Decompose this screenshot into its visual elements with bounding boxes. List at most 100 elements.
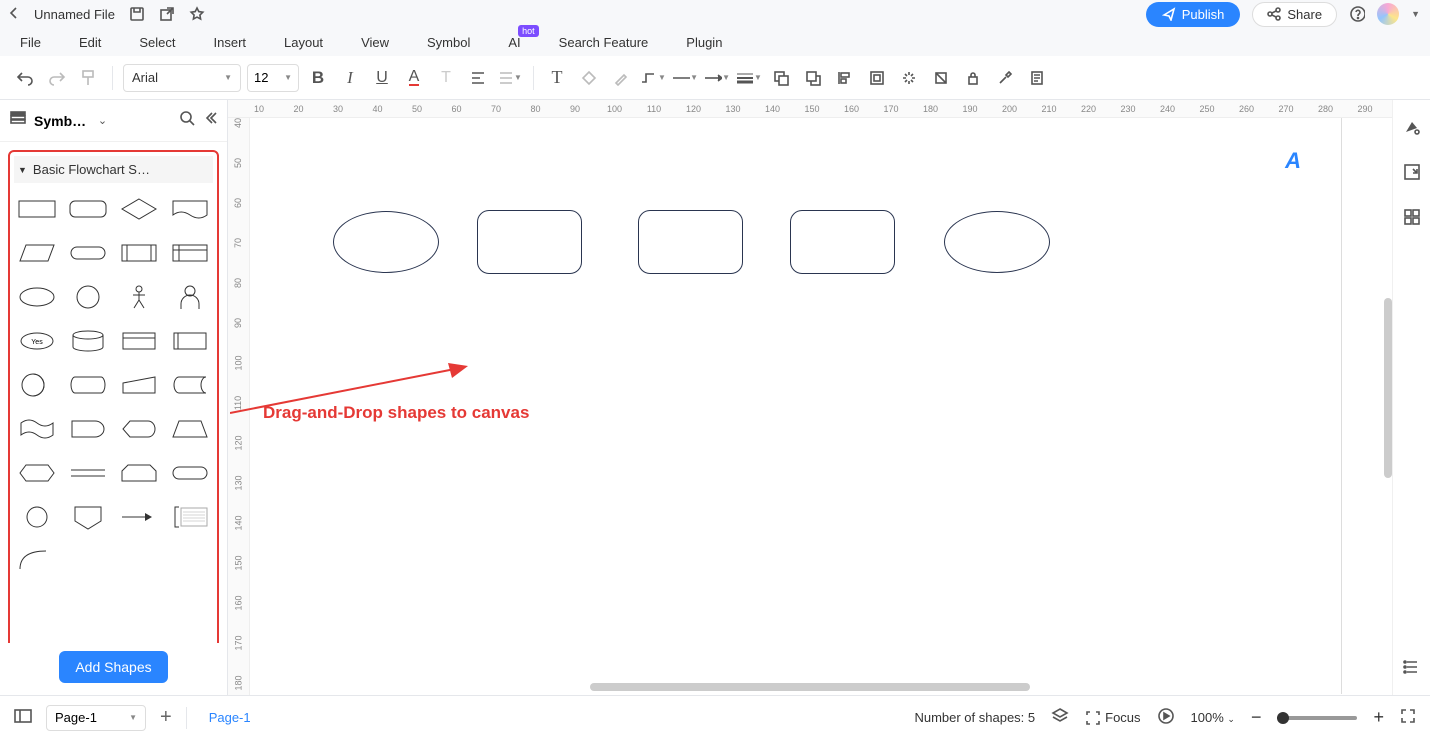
add-page-button[interactable]: +: [160, 706, 172, 729]
menu-edit[interactable]: Edit: [79, 35, 101, 50]
shape-direct-data[interactable]: [67, 367, 110, 403]
layers-icon[interactable]: [1051, 707, 1069, 728]
shape-ellipse[interactable]: [16, 279, 59, 315]
lock-button[interactable]: [960, 65, 986, 91]
connector-button[interactable]: ▼: [640, 65, 666, 91]
open-external-icon[interactable]: [159, 6, 175, 22]
canvas-shape-roundrect-2[interactable]: [638, 210, 743, 274]
star-icon[interactable]: [189, 6, 205, 22]
menu-file[interactable]: File: [20, 35, 41, 50]
export-panel-icon[interactable]: [1403, 163, 1421, 186]
theme-icon[interactable]: [1403, 118, 1421, 141]
format-painter-button[interactable]: [76, 65, 102, 91]
shape-predefined[interactable]: [118, 235, 161, 271]
save-icon[interactable]: [129, 6, 145, 22]
shape-card[interactable]: [118, 323, 161, 359]
back-icon[interactable]: [8, 7, 20, 22]
shape-circle[interactable]: [67, 279, 110, 315]
bold-button[interactable]: B: [305, 65, 331, 91]
italic-button[interactable]: I: [337, 65, 363, 91]
presentation-icon[interactable]: [1157, 707, 1175, 728]
zoom-level[interactable]: 100% ⌄: [1191, 710, 1235, 725]
menu-select[interactable]: Select: [139, 35, 175, 50]
help-icon[interactable]: [1349, 6, 1365, 22]
send-back-button[interactable]: [768, 65, 794, 91]
list-icon[interactable]: [1403, 658, 1421, 681]
horizontal-scrollbar[interactable]: [590, 683, 1030, 691]
redo-button[interactable]: [44, 65, 70, 91]
outline-icon[interactable]: [14, 709, 32, 726]
library-icon[interactable]: [10, 111, 26, 130]
zoom-out-button[interactable]: −: [1251, 707, 1262, 728]
fullscreen-icon[interactable]: [1400, 708, 1416, 727]
category-header[interactable]: ▼ Basic Flowchart S…: [14, 156, 213, 183]
bring-front-button[interactable]: [800, 65, 826, 91]
avatar-menu-arrow[interactable]: ▼: [1411, 9, 1420, 19]
page-setup-button[interactable]: [1024, 65, 1050, 91]
shape-subroutine[interactable]: [168, 323, 211, 359]
publish-button[interactable]: Publish: [1146, 2, 1241, 27]
shape-arrow-connector[interactable]: [118, 499, 161, 535]
canvas-shape-ellipse-2[interactable]: [944, 211, 1050, 273]
shape-parallelogram[interactable]: [16, 235, 59, 271]
shape-roundrect[interactable]: [67, 191, 110, 227]
shape-loop-limit[interactable]: [118, 455, 161, 491]
font-select[interactable]: Arial▼: [123, 64, 241, 92]
search-icon[interactable]: [179, 110, 195, 131]
line-style-button[interactable]: ▼: [672, 65, 698, 91]
shape-connector-circle[interactable]: [16, 499, 59, 535]
shape-page-connector[interactable]: [16, 367, 59, 403]
shape-trapezoid[interactable]: [168, 411, 211, 447]
arrow-style-button[interactable]: ▼: [704, 65, 730, 91]
grid-icon[interactable]: [1403, 208, 1421, 231]
shape-delay[interactable]: [67, 411, 110, 447]
canvas-shape-roundrect-3[interactable]: [790, 210, 895, 274]
shape-display[interactable]: [118, 411, 161, 447]
shape-annotation[interactable]: [168, 499, 211, 535]
fill-button[interactable]: [576, 65, 602, 91]
avatar[interactable]: [1377, 3, 1399, 25]
share-button[interactable]: Share: [1252, 2, 1337, 27]
menu-layout[interactable]: Layout: [284, 35, 323, 50]
page-tab[interactable]: Page-1: [201, 706, 259, 729]
shape-yes-oval[interactable]: Yes: [16, 323, 59, 359]
highlight-button[interactable]: [608, 65, 634, 91]
undo-button[interactable]: [12, 65, 38, 91]
menu-ai[interactable]: AIhot: [508, 35, 520, 50]
canvas[interactable]: Drag-and-Drop shapes to canvas A: [250, 118, 1392, 695]
text-tool-button[interactable]: T: [544, 65, 570, 91]
collapse-icon[interactable]: [203, 111, 217, 130]
shape-internal-storage[interactable]: [168, 235, 211, 271]
align-button[interactable]: [465, 65, 491, 91]
menu-insert[interactable]: Insert: [214, 35, 247, 50]
shape-database[interactable]: [67, 323, 110, 359]
expand-icon[interactable]: ⌄: [98, 114, 107, 127]
shape-terminator[interactable]: [168, 455, 211, 491]
shape-double-line[interactable]: [67, 455, 110, 491]
shape-document[interactable]: [168, 191, 211, 227]
zoom-slider[interactable]: [1277, 716, 1357, 720]
canvas-shape-roundrect-1[interactable]: [477, 210, 582, 274]
vertical-scrollbar[interactable]: [1384, 298, 1392, 478]
tools-button[interactable]: [992, 65, 1018, 91]
crop-button[interactable]: [928, 65, 954, 91]
shape-actor[interactable]: [118, 279, 161, 315]
canvas-page[interactable]: Drag-and-Drop shapes to canvas A: [250, 118, 1342, 694]
line-weight-button[interactable]: ▼: [736, 65, 762, 91]
shape-rect[interactable]: [16, 191, 59, 227]
shape-arc[interactable]: [16, 543, 59, 579]
shape-pill[interactable]: [67, 235, 110, 271]
shape-storage[interactable]: [168, 367, 211, 403]
menu-plugin[interactable]: Plugin: [686, 35, 722, 50]
shape-offpage[interactable]: [67, 499, 110, 535]
shape-hexagon[interactable]: [16, 455, 59, 491]
fontsize-select[interactable]: 12▼: [247, 64, 299, 92]
underline-button[interactable]: U: [369, 65, 395, 91]
menu-search[interactable]: Search Feature: [559, 35, 649, 50]
font-color-button[interactable]: A: [401, 65, 427, 91]
effects-button[interactable]: [896, 65, 922, 91]
menu-symbol[interactable]: Symbol: [427, 35, 470, 50]
shape-manual-input[interactable]: [118, 367, 161, 403]
text-effect-button[interactable]: T: [433, 65, 459, 91]
line-spacing-button[interactable]: ▼: [497, 65, 523, 91]
